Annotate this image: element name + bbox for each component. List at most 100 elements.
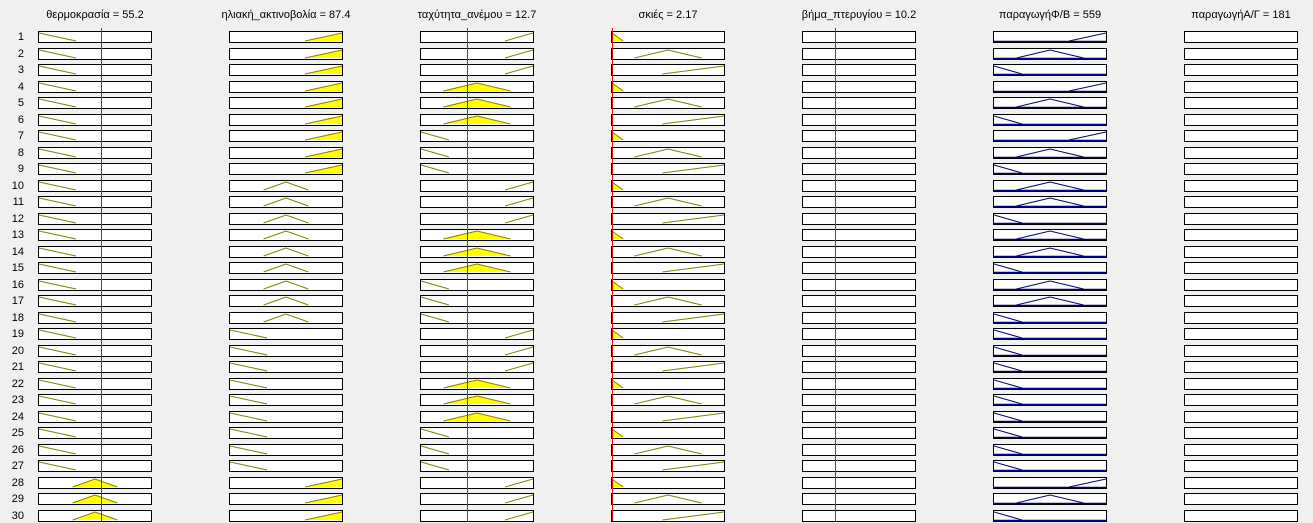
rule-cell-pitch[interactable] bbox=[802, 312, 916, 324]
rule-cell-pitch[interactable] bbox=[802, 378, 916, 390]
rule-cell-wtout[interactable] bbox=[1184, 196, 1298, 208]
rule-cell-shade[interactable] bbox=[611, 361, 725, 373]
rule-cell-pvout[interactable] bbox=[993, 493, 1107, 505]
rule-cell-wtout[interactable] bbox=[1184, 361, 1298, 373]
rule-number[interactable]: 15 bbox=[0, 262, 24, 275]
rule-cell-wind[interactable] bbox=[420, 130, 534, 142]
rule-number[interactable]: 1 bbox=[0, 31, 24, 44]
rule-cell-wtout[interactable] bbox=[1184, 427, 1298, 439]
rule-cell-solar[interactable] bbox=[229, 378, 343, 390]
rule-cell-shade[interactable] bbox=[611, 510, 725, 522]
rule-cell-wind[interactable] bbox=[420, 48, 534, 60]
rule-cell-pitch[interactable] bbox=[802, 114, 916, 126]
rule-cell-shade[interactable] bbox=[611, 477, 725, 489]
rule-cell-shade[interactable] bbox=[611, 163, 725, 175]
rule-cell-temp[interactable] bbox=[38, 444, 152, 456]
rule-cell-wind[interactable] bbox=[420, 312, 534, 324]
rule-cell-pitch[interactable] bbox=[802, 427, 916, 439]
rule-cell-pitch[interactable] bbox=[802, 64, 916, 76]
rule-cell-shade[interactable] bbox=[611, 147, 725, 159]
rule-cell-shade[interactable] bbox=[611, 312, 725, 324]
rule-cell-solar[interactable] bbox=[229, 493, 343, 505]
rule-cell-shade[interactable] bbox=[611, 295, 725, 307]
rule-cell-shade[interactable] bbox=[611, 279, 725, 291]
rule-cell-wtout[interactable] bbox=[1184, 180, 1298, 192]
rule-cell-temp[interactable] bbox=[38, 295, 152, 307]
rule-cell-solar[interactable] bbox=[229, 97, 343, 109]
rule-cell-temp[interactable] bbox=[38, 262, 152, 274]
rule-number[interactable]: 22 bbox=[0, 378, 24, 391]
rule-cell-temp[interactable] bbox=[38, 229, 152, 241]
rule-cell-shade[interactable] bbox=[611, 130, 725, 142]
rule-number[interactable]: 8 bbox=[0, 147, 24, 160]
rule-cell-pitch[interactable] bbox=[802, 493, 916, 505]
rule-cell-wtout[interactable] bbox=[1184, 328, 1298, 340]
rule-cell-pvout[interactable] bbox=[993, 130, 1107, 142]
rule-number[interactable]: 27 bbox=[0, 460, 24, 473]
rule-cell-temp[interactable] bbox=[38, 147, 152, 159]
rule-cell-shade[interactable] bbox=[611, 81, 725, 93]
rule-cell-wind[interactable] bbox=[420, 180, 534, 192]
rule-cell-solar[interactable] bbox=[229, 427, 343, 439]
rule-cell-pvout[interactable] bbox=[993, 229, 1107, 241]
rule-cell-wind[interactable] bbox=[420, 147, 534, 159]
rule-cell-wtout[interactable] bbox=[1184, 48, 1298, 60]
rule-cell-pitch[interactable] bbox=[802, 262, 916, 274]
rule-cell-pvout[interactable] bbox=[993, 213, 1107, 225]
rule-number[interactable]: 24 bbox=[0, 411, 24, 424]
rule-cell-temp[interactable] bbox=[38, 411, 152, 423]
rule-cell-shade[interactable] bbox=[611, 460, 725, 472]
rule-cell-wind[interactable] bbox=[420, 31, 534, 43]
rule-cell-temp[interactable] bbox=[38, 328, 152, 340]
rule-cell-shade[interactable] bbox=[611, 444, 725, 456]
rule-cell-solar[interactable] bbox=[229, 394, 343, 406]
rule-cell-wtout[interactable] bbox=[1184, 378, 1298, 390]
rule-number[interactable]: 20 bbox=[0, 345, 24, 358]
rule-cell-pvout[interactable] bbox=[993, 427, 1107, 439]
rule-cell-wind[interactable] bbox=[420, 510, 534, 522]
rule-cell-temp[interactable] bbox=[38, 31, 152, 43]
rule-cell-wind[interactable] bbox=[420, 262, 534, 274]
rule-cell-wind[interactable] bbox=[420, 411, 534, 423]
rule-cell-solar[interactable] bbox=[229, 229, 343, 241]
rule-cell-wind[interactable] bbox=[420, 361, 534, 373]
rule-cell-pvout[interactable] bbox=[993, 345, 1107, 357]
rule-cell-pvout[interactable] bbox=[993, 31, 1107, 43]
rule-cell-pvout[interactable] bbox=[993, 246, 1107, 258]
rule-cell-wind[interactable] bbox=[420, 81, 534, 93]
rule-cell-pvout[interactable] bbox=[993, 378, 1107, 390]
rule-cell-temp[interactable] bbox=[38, 130, 152, 142]
rule-cell-pitch[interactable] bbox=[802, 180, 916, 192]
rule-cell-pvout[interactable] bbox=[993, 180, 1107, 192]
rule-cell-pvout[interactable] bbox=[993, 48, 1107, 60]
rule-number[interactable]: 29 bbox=[0, 493, 24, 506]
rule-cell-wind[interactable] bbox=[420, 64, 534, 76]
rule-cell-shade[interactable] bbox=[611, 180, 725, 192]
rule-cell-wind[interactable] bbox=[420, 460, 534, 472]
input-marker-temp[interactable] bbox=[101, 28, 102, 521]
rule-cell-wtout[interactable] bbox=[1184, 510, 1298, 522]
rule-number[interactable]: 9 bbox=[0, 163, 24, 176]
rule-cell-shade[interactable] bbox=[611, 114, 725, 126]
rule-cell-temp[interactable] bbox=[38, 97, 152, 109]
rule-cell-temp[interactable] bbox=[38, 81, 152, 93]
rule-number[interactable]: 2 bbox=[0, 48, 24, 61]
rule-cell-pitch[interactable] bbox=[802, 163, 916, 175]
rule-cell-pitch[interactable] bbox=[802, 460, 916, 472]
rule-cell-wtout[interactable] bbox=[1184, 213, 1298, 225]
rule-cell-shade[interactable] bbox=[611, 97, 725, 109]
rule-cell-wind[interactable] bbox=[420, 493, 534, 505]
rule-cell-solar[interactable] bbox=[229, 213, 343, 225]
rule-cell-solar[interactable] bbox=[229, 64, 343, 76]
rule-cell-shade[interactable] bbox=[611, 394, 725, 406]
rule-cell-wtout[interactable] bbox=[1184, 493, 1298, 505]
rule-cell-temp[interactable] bbox=[38, 163, 152, 175]
rule-cell-solar[interactable] bbox=[229, 345, 343, 357]
rule-cell-temp[interactable] bbox=[38, 510, 152, 522]
rule-cell-wind[interactable] bbox=[420, 394, 534, 406]
rule-cell-solar[interactable] bbox=[229, 411, 343, 423]
rule-cell-pitch[interactable] bbox=[802, 130, 916, 142]
rule-cell-shade[interactable] bbox=[611, 64, 725, 76]
rule-cell-wtout[interactable] bbox=[1184, 246, 1298, 258]
rule-cell-pvout[interactable] bbox=[993, 262, 1107, 274]
